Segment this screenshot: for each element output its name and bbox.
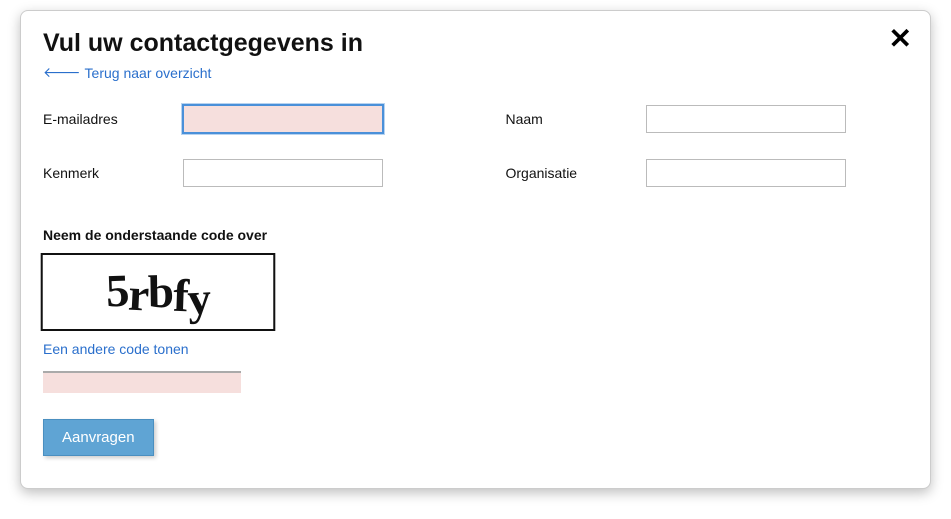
captcha-section: Neem de onderstaande code over 5rbfy Een… bbox=[43, 227, 908, 456]
submit-button[interactable]: Aanvragen bbox=[43, 419, 154, 456]
captcha-instruction: Neem de onderstaande code over bbox=[43, 227, 908, 243]
contact-modal: ✕ Vul uw contactgegevens in 🡐 Terug naar… bbox=[20, 10, 931, 489]
arrow-left-icon: 🡐 bbox=[43, 64, 81, 81]
naam-label: Naam bbox=[506, 111, 646, 127]
form-row-organisatie: Organisatie bbox=[506, 159, 909, 187]
kenmerk-field[interactable] bbox=[183, 159, 383, 187]
captcha-refresh-link[interactable]: Een andere code tonen bbox=[43, 341, 189, 357]
back-link[interactable]: 🡐 Terug naar overzicht bbox=[43, 64, 211, 81]
email-field[interactable] bbox=[183, 105, 383, 133]
captcha-image: 5rbfy bbox=[41, 253, 276, 331]
captcha-input[interactable] bbox=[43, 371, 241, 393]
form-row-email: E-mailadres bbox=[43, 105, 446, 133]
close-icon[interactable]: ✕ bbox=[889, 25, 912, 53]
kenmerk-label: Kenmerk bbox=[43, 165, 183, 181]
form-grid: E-mailadres Naam Kenmerk Organisatie bbox=[43, 105, 908, 187]
back-link-label: Terug naar overzicht bbox=[85, 65, 212, 81]
organisatie-field[interactable] bbox=[646, 159, 846, 187]
modal-title: Vul uw contactgegevens in bbox=[43, 29, 908, 58]
form-row-naam: Naam bbox=[506, 105, 909, 133]
organisatie-label: Organisatie bbox=[506, 165, 646, 181]
naam-field[interactable] bbox=[646, 105, 846, 133]
form-row-kenmerk: Kenmerk bbox=[43, 159, 446, 187]
email-label: E-mailadres bbox=[43, 111, 183, 127]
